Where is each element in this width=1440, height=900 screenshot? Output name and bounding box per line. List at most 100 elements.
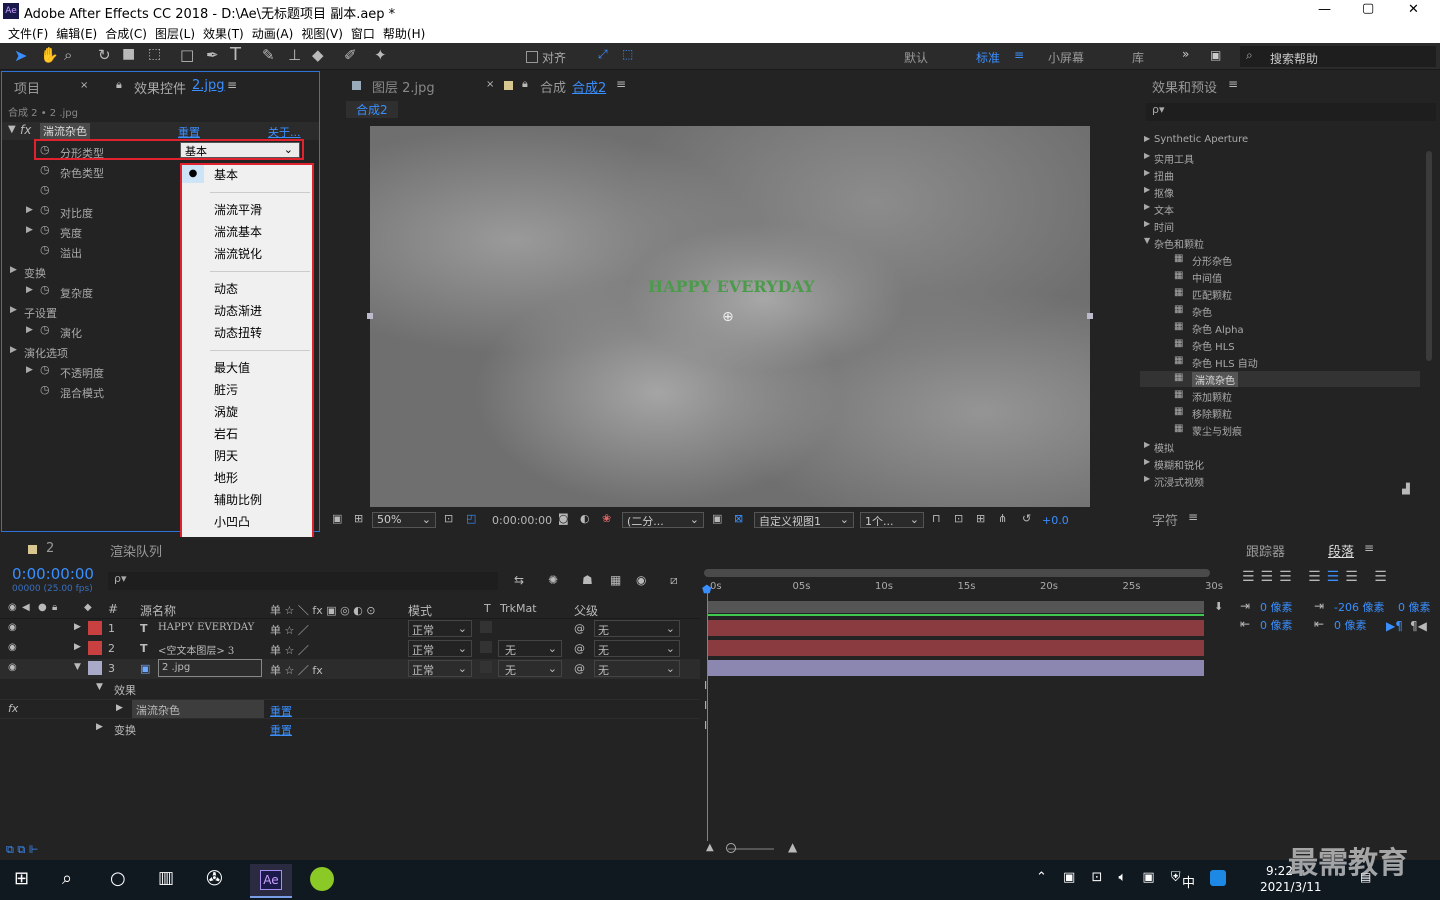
- snap-grid-icon[interactable]: ⬚: [622, 47, 633, 61]
- tab-paragraph[interactable]: 段落: [1328, 541, 1354, 560]
- effects-list-item[interactable]: ▦ 湍流杂色: [1140, 371, 1420, 387]
- layer-name[interactable]: <空文本图层> 3: [158, 642, 234, 657]
- tray-icons[interactable]: ⌃ ▣ ⊡ 🔈︎ ▣ ⛨: [1036, 870, 1187, 885]
- show-snapshot-icon[interactable]: ◐: [580, 512, 590, 525]
- stopwatch-icon[interactable]: ◷: [40, 383, 50, 396]
- timeline-effect-name[interactable]: 湍流杂色: [132, 700, 264, 718]
- tab-layer[interactable]: 图层 2.jpg: [372, 77, 435, 96]
- overlay-text[interactable]: HAPPY EVERYDAY: [648, 277, 815, 296]
- comp-end-marker-icon[interactable]: ⬇: [1214, 600, 1223, 613]
- eraser-tool-icon[interactable]: ◆: [312, 46, 324, 64]
- effects-list-item[interactable]: ▶ Synthetic Aperture: [1140, 133, 1420, 149]
- handle-left[interactable]: [367, 313, 373, 319]
- effects-list-item[interactable]: ▶ 模拟: [1140, 439, 1420, 455]
- stopwatch-icon[interactable]: ◷: [40, 243, 50, 256]
- puppet-tool-icon[interactable]: ✦: [374, 46, 387, 64]
- effects-list-item[interactable]: ▶ 时间: [1140, 218, 1420, 234]
- expand-arrow-icon[interactable]: ▶: [10, 265, 17, 275]
- workspace-small-screen[interactable]: 小屏幕: [1048, 49, 1084, 66]
- always-preview-icon[interactable]: ▣: [332, 512, 342, 525]
- workspace-library[interactable]: 库: [1132, 49, 1144, 66]
- rectangle-tool-icon[interactable]: □: [180, 46, 194, 64]
- layer-label-color[interactable]: [88, 641, 102, 655]
- start-icon[interactable]: ⊞: [14, 868, 29, 889]
- snapshot-icon[interactable]: ◙: [558, 512, 569, 525]
- fractal-type-option[interactable]: 动态扭转: [214, 324, 262, 341]
- mode-select[interactable]: 正常 ⌄: [408, 640, 472, 657]
- layer-row[interactable]: ◉ ▶ 2 T <空文本图层> 3单 ☆ ／正常 ⌄ 无 ⌄ @ 无 ⌄: [0, 639, 700, 659]
- parent-header[interactable]: 父级: [574, 602, 598, 619]
- menu-item-8[interactable]: 帮助(H): [383, 23, 425, 42]
- eye-icon[interactable]: ◉: [8, 622, 17, 633]
- lock-icon[interactable]: 🔒︎: [522, 77, 528, 91]
- close-button[interactable]: ✕: [1408, 2, 1419, 17]
- expand-arrow-icon[interactable]: ▶: [26, 365, 33, 375]
- effects-list-item[interactable]: ▼ 杂色和颗粒: [1140, 235, 1420, 251]
- effects-list-item[interactable]: ▦ 分形杂色: [1140, 252, 1420, 268]
- zoom-in-icon[interactable]: ▲: [788, 840, 797, 854]
- current-time[interactable]: 0:00:00:00: [12, 565, 94, 583]
- expand-arrow-icon[interactable]: ▶: [26, 325, 33, 335]
- reset-link[interactable]: 重置: [178, 124, 200, 140]
- stopwatch-icon[interactable]: ◷: [40, 183, 50, 196]
- effect-name[interactable]: 湍流杂色: [40, 123, 90, 139]
- panel-menu-icon[interactable]: ≡: [227, 78, 237, 92]
- tab-render-queue[interactable]: 渲染队列: [110, 541, 162, 560]
- menu-item-5[interactable]: 动画(A): [252, 23, 294, 42]
- tab-comp[interactable]: 合成2: [572, 77, 606, 96]
- pickwhip-icon[interactable]: @: [574, 662, 585, 675]
- layer-switches-icon[interactable]: 单 ☆ ／: [270, 622, 309, 638]
- layer-switches-icon[interactable]: 单 ☆ ／ fx: [270, 662, 323, 678]
- fractal-type-option[interactable]: 脏污: [214, 381, 238, 398]
- effects-list-item[interactable]: ▦ 添加颗粒: [1140, 388, 1420, 404]
- ime-indicator[interactable]: 中: [1182, 872, 1195, 891]
- effects-list-item[interactable]: ▦ 杂色 Alpha: [1140, 320, 1420, 336]
- comp-breadcrumb[interactable]: 合成2: [346, 101, 398, 118]
- effects-list-item[interactable]: ▦ 杂色: [1140, 303, 1420, 319]
- toggle-mask-icon[interactable]: ⊓: [932, 512, 941, 525]
- maximize-button[interactable]: ▢: [1362, 1, 1374, 16]
- pickwhip-icon[interactable]: @: [574, 642, 585, 655]
- expand-arrow-icon[interactable]: ▶: [10, 345, 17, 355]
- fractal-type-option[interactable]: 岩石: [214, 425, 238, 442]
- parent-select[interactable]: 无 ⌄: [594, 640, 680, 657]
- expand-arrow-icon[interactable]: ▼: [96, 682, 103, 692]
- t-checkbox[interactable]: [480, 661, 492, 673]
- sync-icon[interactable]: ▣: [1210, 48, 1221, 62]
- new-folder-icon[interactable]: ▟: [1402, 484, 1410, 495]
- layer-name[interactable]: 2 .jpg: [158, 659, 262, 677]
- workspace-menu-icon[interactable]: ≡: [1014, 48, 1024, 62]
- effects-list-item[interactable]: ▦ 移除颗粒: [1140, 405, 1420, 421]
- fractal-type-option[interactable]: 动态渐进: [214, 302, 262, 319]
- pickwhip-icon[interactable]: @: [574, 622, 585, 635]
- comp-canvas[interactable]: HAPPY EVERYDAY ⊕: [367, 126, 1093, 507]
- frame-blend-icon[interactable]: ▦: [610, 573, 621, 587]
- zoom-tool-icon[interactable]: ⌕: [64, 46, 72, 64]
- stopwatch-icon[interactable]: ◷: [40, 363, 50, 376]
- scrollbar[interactable]: [1426, 151, 1432, 361]
- hand-tool-icon[interactable]: ✋: [40, 46, 59, 64]
- expand-arrow-icon[interactable]: ▶: [10, 305, 17, 315]
- align-buttons-icon[interactable]: ☰☰☰ ☰☰☰ ☰: [1242, 569, 1393, 585]
- anchor-point-icon[interactable]: ⊕: [722, 309, 734, 325]
- graph-editor-icon[interactable]: ⧄: [670, 573, 678, 588]
- minimize-button[interactable]: —: [1318, 2, 1331, 17]
- expand-arrow-icon[interactable]: ▶: [116, 703, 123, 713]
- indent-first-value[interactable]: -206 像素: [1334, 599, 1384, 615]
- effects-list-item[interactable]: ▦ 杂色 HLS: [1140, 337, 1420, 353]
- tab-tracker[interactable]: 跟踪器: [1246, 541, 1285, 560]
- fractal-type-option[interactable]: 动态: [214, 280, 238, 297]
- parent-select[interactable]: 无 ⌄: [594, 660, 680, 677]
- close-tab-icon[interactable]: ×: [80, 80, 88, 91]
- exposure-value[interactable]: +0.0: [1042, 514, 1069, 527]
- mode-header[interactable]: 模式: [408, 602, 432, 619]
- tab-project[interactable]: 项目: [14, 78, 40, 97]
- panel-menu-icon[interactable]: ≡: [1188, 510, 1198, 524]
- layer-1-bar[interactable]: [708, 620, 1204, 636]
- fractal-type-option[interactable]: 湍流平滑: [214, 201, 262, 218]
- effect-reset-link[interactable]: 重置: [270, 703, 292, 719]
- panel-menu-icon[interactable]: ≡: [1364, 541, 1374, 555]
- expand-arrow-icon[interactable]: ▶: [26, 205, 33, 215]
- shy-icon[interactable]: ☗: [582, 573, 593, 587]
- stopwatch-icon[interactable]: ◷: [40, 203, 50, 216]
